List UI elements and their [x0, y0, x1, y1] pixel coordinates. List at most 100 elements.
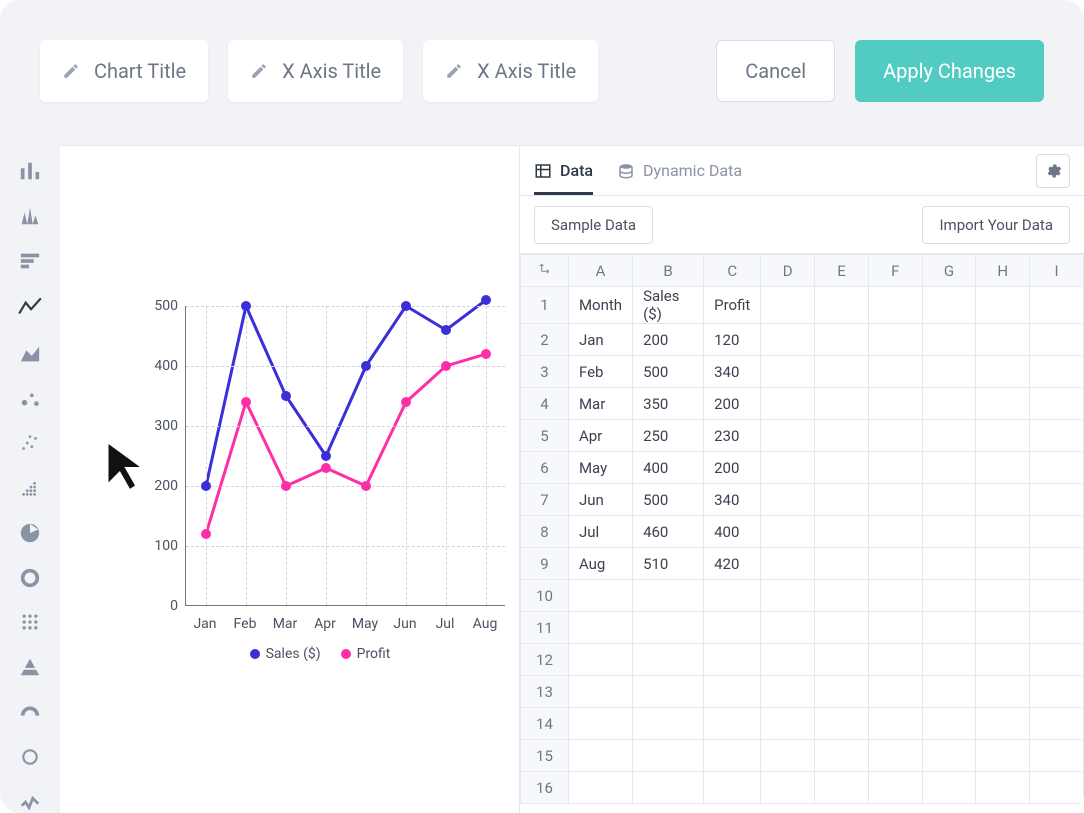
- cell[interactable]: Profit: [704, 287, 761, 324]
- col-header[interactable]: C: [704, 255, 761, 287]
- dot-plot-icon[interactable]: [15, 477, 45, 500]
- cell[interactable]: Apr: [568, 420, 632, 452]
- cell[interactable]: Mar: [568, 388, 632, 420]
- cell[interactable]: [976, 708, 1030, 740]
- col-header[interactable]: G: [922, 255, 976, 287]
- cell[interactable]: 500: [633, 484, 704, 516]
- cell[interactable]: [704, 644, 761, 676]
- cell[interactable]: [704, 612, 761, 644]
- cell[interactable]: [922, 287, 976, 324]
- cell[interactable]: [976, 612, 1030, 644]
- cell[interactable]: [568, 580, 632, 612]
- cell[interactable]: [1030, 708, 1084, 740]
- cell[interactable]: [815, 388, 869, 420]
- cell[interactable]: [761, 580, 815, 612]
- cell[interactable]: [568, 644, 632, 676]
- row-header[interactable]: 1: [521, 287, 569, 324]
- line-chart-icon[interactable]: [15, 294, 45, 320]
- cell[interactable]: [868, 772, 922, 804]
- cell[interactable]: 510: [633, 548, 704, 580]
- cell[interactable]: 230: [704, 420, 761, 452]
- cell[interactable]: Feb: [568, 356, 632, 388]
- cell[interactable]: 200: [704, 452, 761, 484]
- cell[interactable]: [815, 612, 869, 644]
- cell[interactable]: [815, 644, 869, 676]
- col-header[interactable]: F: [868, 255, 922, 287]
- cell[interactable]: Jan: [568, 324, 632, 356]
- cell[interactable]: Jul: [568, 516, 632, 548]
- histogram-icon[interactable]: [15, 205, 45, 228]
- cell[interactable]: [868, 644, 922, 676]
- cell[interactable]: [761, 548, 815, 580]
- cell[interactable]: [1030, 388, 1084, 420]
- cell[interactable]: [1030, 356, 1084, 388]
- cell[interactable]: [761, 484, 815, 516]
- cell[interactable]: [922, 772, 976, 804]
- cell[interactable]: [868, 548, 922, 580]
- cell[interactable]: [568, 676, 632, 708]
- cell[interactable]: [868, 420, 922, 452]
- tab-dynamic-data[interactable]: Dynamic Data: [617, 146, 742, 195]
- cell[interactable]: [568, 708, 632, 740]
- ring-icon[interactable]: [15, 745, 45, 768]
- row-header[interactable]: 6: [521, 452, 569, 484]
- cell[interactable]: [976, 452, 1030, 484]
- matrix-icon[interactable]: [15, 611, 45, 634]
- row-header[interactable]: 10: [521, 580, 569, 612]
- cell[interactable]: [633, 580, 704, 612]
- cell[interactable]: [815, 420, 869, 452]
- cell[interactable]: [761, 676, 815, 708]
- cell[interactable]: [868, 484, 922, 516]
- row-header[interactable]: 9: [521, 548, 569, 580]
- cell[interactable]: [815, 452, 869, 484]
- cell[interactable]: [815, 772, 869, 804]
- cell[interactable]: Jun: [568, 484, 632, 516]
- cell[interactable]: 460: [633, 516, 704, 548]
- row-header[interactable]: 13: [521, 676, 569, 708]
- cell[interactable]: [868, 740, 922, 772]
- cell[interactable]: [633, 772, 704, 804]
- cell[interactable]: [1030, 580, 1084, 612]
- cell[interactable]: [815, 516, 869, 548]
- cell[interactable]: [761, 388, 815, 420]
- col-header[interactable]: E: [815, 255, 869, 287]
- cell[interactable]: 400: [704, 516, 761, 548]
- scatter-icon[interactable]: [15, 432, 45, 455]
- import-data-button[interactable]: Import Your Data: [922, 206, 1070, 244]
- spark-icon[interactable]: [15, 790, 45, 813]
- cell[interactable]: [1030, 452, 1084, 484]
- cell[interactable]: [815, 580, 869, 612]
- cell[interactable]: [922, 612, 976, 644]
- cell[interactable]: [704, 740, 761, 772]
- cell[interactable]: [815, 324, 869, 356]
- cell[interactable]: 340: [704, 356, 761, 388]
- cell[interactable]: [761, 356, 815, 388]
- row-header[interactable]: 2: [521, 324, 569, 356]
- cell[interactable]: [976, 740, 1030, 772]
- cell[interactable]: [633, 708, 704, 740]
- cell[interactable]: 350: [633, 388, 704, 420]
- cancel-button[interactable]: Cancel: [716, 40, 835, 102]
- cell[interactable]: [1030, 676, 1084, 708]
- cell[interactable]: [976, 356, 1030, 388]
- cell[interactable]: [761, 708, 815, 740]
- cell[interactable]: [704, 580, 761, 612]
- cell[interactable]: [868, 287, 922, 324]
- cell[interactable]: [1030, 740, 1084, 772]
- cell[interactable]: [976, 676, 1030, 708]
- apply-changes-button[interactable]: Apply Changes: [855, 40, 1044, 102]
- cell[interactable]: 400: [633, 452, 704, 484]
- row-header[interactable]: 16: [521, 772, 569, 804]
- sample-data-button[interactable]: Sample Data: [534, 206, 653, 244]
- cell[interactable]: Sales ($): [633, 287, 704, 324]
- cell[interactable]: [922, 324, 976, 356]
- cell[interactable]: [1030, 484, 1084, 516]
- cell[interactable]: [633, 740, 704, 772]
- cell[interactable]: [976, 580, 1030, 612]
- cell[interactable]: [922, 484, 976, 516]
- cell[interactable]: [815, 548, 869, 580]
- cell[interactable]: [761, 612, 815, 644]
- cell[interactable]: 420: [704, 548, 761, 580]
- cell[interactable]: [868, 676, 922, 708]
- cell[interactable]: [922, 516, 976, 548]
